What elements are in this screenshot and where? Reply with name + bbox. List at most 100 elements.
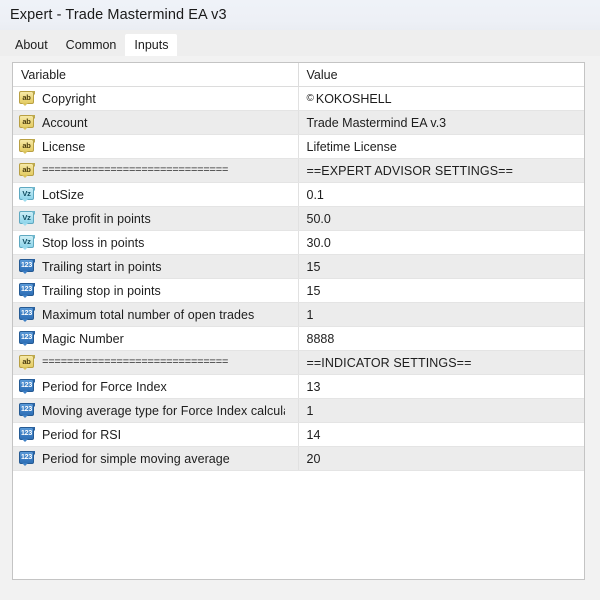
table-row[interactable]: 123 Period for simple moving average 20 (13, 446, 584, 471)
int-type-icon-corner (31, 427, 35, 431)
variable-cell-inner: ab ============================== (13, 351, 297, 374)
variable-cell[interactable]: 123 Maximum total number of open trades (13, 302, 299, 327)
value-cell[interactable]: 1 (298, 398, 584, 423)
value-cell[interactable]: 1 (298, 302, 584, 327)
variable-cell[interactable]: Vz Stop loss in points (13, 230, 299, 255)
variable-cell[interactable]: 123 Trailing start in points (13, 254, 299, 279)
string-type-icon-corner (31, 355, 35, 359)
value-cell[interactable]: 0.1 (298, 182, 584, 207)
int-type-icon-tail (22, 439, 28, 442)
variable-cell[interactable]: ab Account (13, 110, 299, 135)
string-type-icon-corner (31, 139, 35, 143)
variable-cell-inner: 123 Trailing stop in points (13, 279, 297, 302)
variable-label: Take profit in points (42, 211, 151, 226)
value-cell[interactable]: Lifetime License (298, 134, 584, 159)
value-cell[interactable]: 13 (298, 374, 584, 399)
table-row[interactable]: ab ============================== ==INDICA… (13, 350, 584, 375)
int-type-icon-tail (22, 415, 28, 418)
value-cell[interactable]: 14 (298, 422, 584, 447)
variable-cell[interactable]: 123 Trailing stop in points (13, 278, 299, 303)
table-row[interactable]: Vz LotSize 0.1 (13, 182, 584, 207)
column-header-value[interactable]: Value (298, 63, 584, 87)
variable-label: Moving average type for Force Index calc… (42, 403, 285, 418)
variable-label: Period for Force Index (42, 379, 167, 394)
variable-cell[interactable]: 123 Period for Force Index (13, 374, 299, 399)
variable-cell[interactable]: 123 Magic Number (13, 326, 299, 351)
column-header-variable[interactable]: Variable (13, 63, 299, 87)
table-row[interactable]: 123 Moving average type for Force Index c… (13, 398, 584, 423)
table-row[interactable]: ab Account Trade Mastermind EA v.3 (13, 110, 584, 135)
table-header: Variable Value (13, 63, 584, 87)
header-row: Variable Value (13, 63, 584, 87)
int-type-icon: 123 (19, 427, 35, 442)
string-type-icon: ab (19, 91, 35, 106)
tab-common[interactable]: Common (57, 34, 126, 57)
table-row[interactable]: 123 Trailing start in points 15 (13, 254, 584, 279)
variable-cell-inner: 123 Period for simple moving average (13, 447, 297, 470)
variable-cell[interactable]: ab Copyright (13, 86, 299, 111)
table-row[interactable]: 123 Period for Force Index 13 (13, 374, 584, 399)
variable-cell[interactable]: Vz LotSize (13, 182, 299, 207)
int-type-icon-corner (31, 307, 35, 311)
variable-label: Trailing start in points (42, 259, 162, 274)
value-text: 20 (306, 451, 321, 466)
string-type-icon: ab (19, 115, 35, 130)
value-cell[interactable]: 8888 (298, 326, 584, 351)
double-type-icon: Vz (19, 211, 35, 226)
string-type-icon: ab (19, 139, 35, 154)
value-cell[interactable]: 30.0 (298, 230, 584, 255)
table-row[interactable]: 123 Maximum total number of open trades 1 (13, 302, 584, 327)
string-type-icon-tail (22, 175, 28, 178)
value-cell[interactable]: ==EXPERT ADVISOR SETTINGS== (298, 158, 584, 183)
variable-cell-inner: 123 Trailing start in points (13, 255, 297, 278)
tab-inputs[interactable]: Inputs (125, 34, 178, 57)
int-type-icon-tail (22, 343, 28, 346)
table-row[interactable]: 123 Magic Number 8888 (13, 326, 584, 351)
int-type-icon: 123 (19, 307, 35, 322)
tab-about[interactable]: About (6, 34, 57, 57)
value-text: © KOKOSHELL (299, 87, 585, 110)
variable-cell[interactable]: 123 Period for simple moving average (13, 446, 299, 471)
table-row[interactable]: Vz Stop loss in points 30.0 (13, 230, 584, 255)
variable-cell-inner: ab ============================== (13, 159, 297, 182)
variable-cell[interactable]: 123 Moving average type for Force Index c… (13, 398, 299, 423)
variable-cell[interactable]: ab ============================== (13, 158, 299, 183)
variable-label: Stop loss in points (42, 235, 145, 250)
string-type-icon-tail (22, 367, 28, 370)
table-row[interactable]: ab License Lifetime License (13, 134, 584, 159)
variable-cell[interactable]: Vz Take profit in points (13, 206, 299, 231)
double-type-icon-tail (22, 247, 28, 250)
table-row[interactable]: ab ============================== ==EXPERT… (13, 158, 584, 183)
variable-label: LotSize (42, 187, 85, 202)
value-text: 14 (306, 427, 321, 442)
int-type-icon-corner (31, 379, 35, 383)
value-cell[interactable]: ==INDICATOR SETTINGS== (298, 350, 584, 375)
variable-cell[interactable]: 123 Period for RSI (13, 422, 299, 447)
table-row[interactable]: 123 Period for RSI 14 (13, 422, 584, 447)
value-cell[interactable]: 20 (298, 446, 584, 471)
table-row[interactable]: ab Copyright © KOKOSHELL (13, 86, 585, 111)
variable-cell[interactable]: ab License (13, 134, 299, 159)
variable-label: ============================== (42, 164, 229, 177)
double-type-icon-corner (31, 235, 35, 239)
value-text: 0.1 (306, 187, 324, 202)
value-cell[interactable]: 15 (298, 254, 584, 279)
string-type-icon-corner (31, 163, 35, 167)
int-type-icon: 123 (19, 283, 35, 298)
value-cell[interactable]: © KOKOSHELL (298, 86, 585, 111)
variable-cell-inner: 123 Period for RSI (13, 423, 297, 446)
int-type-icon-tail (22, 295, 28, 298)
inputs-table: Variable Value ab Copyright © KOKOSHELL ab Ac… (13, 63, 584, 471)
value-cell[interactable]: Trade Mastermind EA v.3 (298, 110, 584, 135)
variable-cell[interactable]: ab ============================== (13, 350, 299, 375)
int-type-icon-corner (31, 403, 35, 407)
table-row[interactable]: 123 Trailing stop in points 15 (13, 278, 584, 303)
value-cell[interactable]: 15 (298, 278, 584, 303)
table-row[interactable]: Vz Take profit in points 50.0 (13, 206, 584, 231)
value-cell[interactable]: 50.0 (298, 206, 584, 231)
tab-strip: About Common Inputs (0, 30, 600, 57)
variable-label: Period for simple moving average (42, 451, 230, 466)
int-type-icon-tail (22, 271, 28, 274)
int-type-icon-tail (22, 463, 28, 466)
inputs-grid[interactable]: Variable Value ab Copyright © KOKOSHELL ab Ac… (12, 62, 585, 580)
